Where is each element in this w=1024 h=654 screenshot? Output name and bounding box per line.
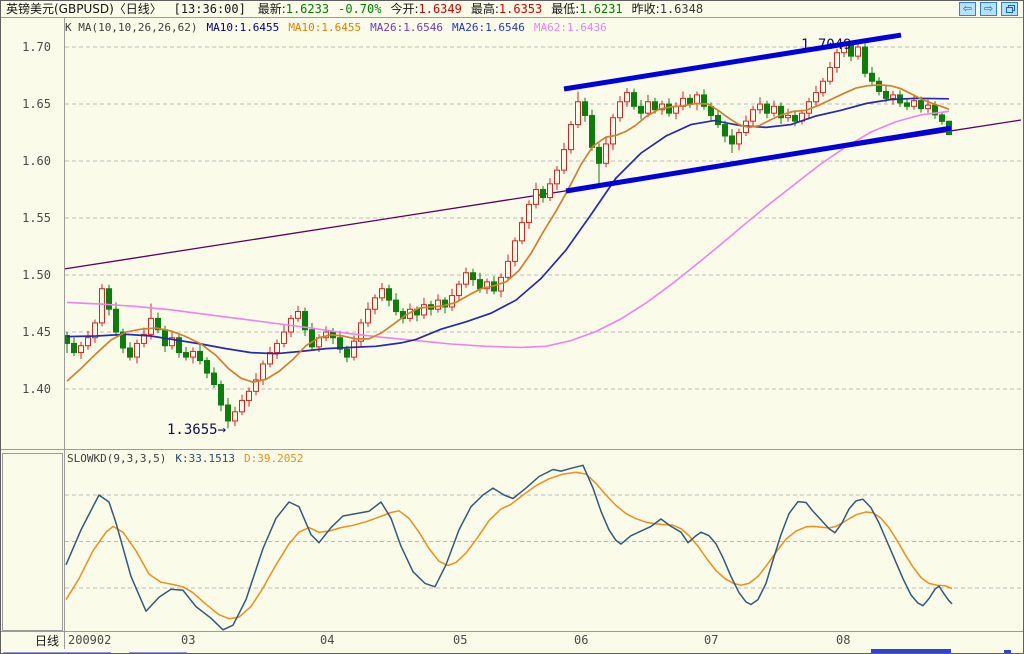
price-axis-label: 1.60 bbox=[22, 153, 51, 168]
kd-legend-item: K:33.1513 bbox=[175, 452, 235, 465]
bottom-edge-artifact bbox=[871, 649, 951, 653]
ma-legend-item: MA26:1.6546 bbox=[370, 21, 444, 34]
ma-legend-item: MA62:1.6436 bbox=[533, 21, 607, 34]
kd-lines-layer bbox=[65, 464, 953, 631]
bottom-edge-artifact bbox=[1004, 650, 1011, 653]
month-label: 07 bbox=[704, 633, 719, 647]
ma-line-ma10 bbox=[66, 84, 950, 384]
price-gridlines bbox=[65, 46, 1021, 390]
kd-legend-item: D:39.2052 bbox=[243, 452, 304, 465]
month-label: 200902 bbox=[68, 633, 112, 647]
month-label: 05 bbox=[453, 633, 468, 647]
month-label: 06 bbox=[574, 633, 589, 647]
period-label: 日线 bbox=[34, 634, 59, 648]
ma-legend-item: MA26:1.6546 bbox=[452, 21, 525, 34]
candles-layer bbox=[64, 41, 952, 429]
app-window: 英镑美元(GBPUSD)〈日线〉 [13:36:00] 最新:1.6233 -0.… bbox=[0, 0, 1024, 654]
price-axis-label: 1.55 bbox=[22, 210, 51, 225]
price-axis-label: 1.40 bbox=[22, 381, 51, 396]
main-chart-legend: K MA(10,10,26,26,62) MA10:1.6455 MA10:1.64… bbox=[65, 21, 616, 34]
month-label: 04 bbox=[320, 633, 335, 647]
price-axis-label: 1.50 bbox=[22, 267, 51, 282]
chart-canvas[interactable]: 1.70491.3655→ bbox=[1, 1, 1024, 654]
kd-line-k bbox=[65, 464, 953, 631]
month-label: 03 bbox=[181, 633, 196, 647]
kd-gridlines bbox=[65, 494, 1021, 589]
price-annotation: 1.3655→ bbox=[167, 422, 226, 438]
price-axis-label: 1.70 bbox=[22, 39, 51, 54]
kd-line-d bbox=[65, 471, 953, 620]
pane-separator bbox=[1, 449, 1023, 450]
kd-axis-box bbox=[2, 453, 63, 631]
kd-legend-item: SLOWKD(9,3,3,5) bbox=[67, 452, 167, 465]
price-axis-label: 1.65 bbox=[22, 96, 51, 111]
ma-line-ma62 bbox=[66, 110, 950, 349]
ma-legend-item: MA10:1.6455 bbox=[288, 21, 362, 34]
timeline-separator bbox=[1, 631, 1023, 632]
ma-legend-item: MA10:1.6455 bbox=[206, 21, 280, 34]
price-axis-label: 1.45 bbox=[22, 324, 51, 339]
kd-indicator-legend: SLOWKD(9,3,3,5) K:33.1513 D:39.2052 bbox=[67, 452, 313, 465]
axis-column-separator bbox=[64, 18, 65, 649]
ma-legend-item: K MA(10,10,26,26,62) bbox=[65, 21, 198, 34]
ma-line-ma26 bbox=[66, 97, 950, 355]
ma-lines-layer bbox=[66, 84, 950, 384]
month-label: 08 bbox=[836, 633, 851, 647]
